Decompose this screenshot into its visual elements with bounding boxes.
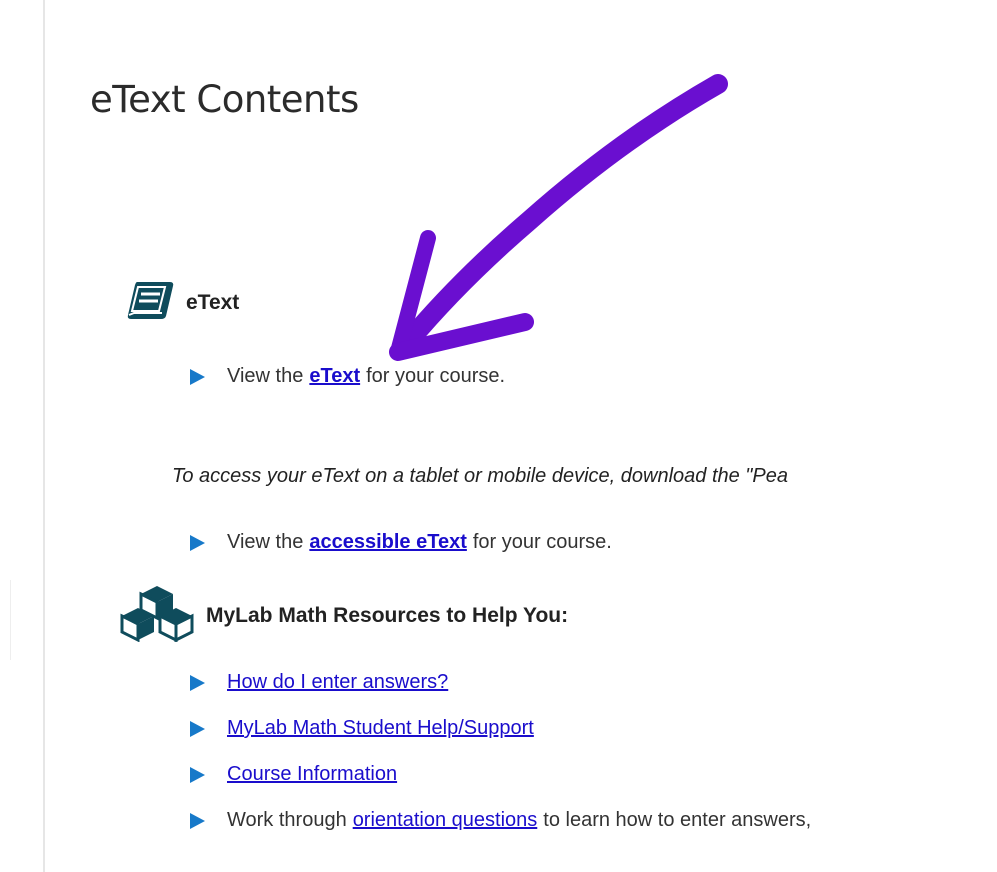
view-etext-post: for your course. bbox=[366, 365, 506, 387]
view-accessible-post: for your course. bbox=[472, 531, 612, 553]
accessible-etext-link[interactable]: accessible eText bbox=[309, 531, 467, 554]
student-help-support-link[interactable]: MyLab Math Student Help/Support bbox=[227, 717, 534, 740]
view-accessible-pre: View the bbox=[227, 531, 304, 553]
etext-section-heading: eText bbox=[124, 278, 239, 328]
resource-item: MyLab Math Student Help/Support bbox=[190, 717, 534, 740]
mobile-access-note: To access your eText on a tablet or mobi… bbox=[172, 465, 788, 487]
cubes-icon bbox=[118, 584, 196, 648]
resource-item: How do I enter answers? bbox=[190, 671, 448, 694]
view-accessible-etext-item: View the accessible eText for your cours… bbox=[190, 531, 612, 554]
resource-item: Work through orientation questions to le… bbox=[190, 809, 811, 832]
bullet-arrow-icon bbox=[190, 766, 205, 783]
page-title: eText Contents bbox=[90, 78, 359, 121]
view-etext-pre: View the bbox=[227, 365, 304, 387]
resource-item: Course Information bbox=[190, 763, 397, 786]
course-information-link[interactable]: Course Information bbox=[227, 763, 397, 786]
bullet-arrow-icon bbox=[190, 368, 205, 385]
etext-link[interactable]: eText bbox=[309, 365, 360, 388]
book-icon bbox=[124, 278, 176, 328]
resources-heading-label: MyLab Math Resources to Help You: bbox=[206, 604, 569, 627]
arrow-annotation-icon bbox=[389, 74, 728, 361]
resources-section-heading: MyLab Math Resources to Help You: bbox=[118, 584, 568, 648]
etext-heading-label: eText bbox=[186, 291, 240, 314]
bullet-arrow-icon bbox=[190, 720, 205, 737]
orientation-pre: Work through bbox=[227, 809, 347, 831]
left-border bbox=[43, 0, 45, 872]
left-edge-divider bbox=[10, 580, 11, 660]
bullet-arrow-icon bbox=[190, 812, 205, 829]
enter-answers-link[interactable]: How do I enter answers? bbox=[227, 671, 448, 694]
orientation-questions-link[interactable]: orientation questions bbox=[353, 809, 538, 832]
bullet-arrow-icon bbox=[190, 674, 205, 691]
view-etext-item: View the eText for your course. bbox=[190, 365, 505, 388]
orientation-post: to learn how to enter answers, bbox=[543, 809, 812, 831]
bullet-arrow-icon bbox=[190, 534, 205, 551]
